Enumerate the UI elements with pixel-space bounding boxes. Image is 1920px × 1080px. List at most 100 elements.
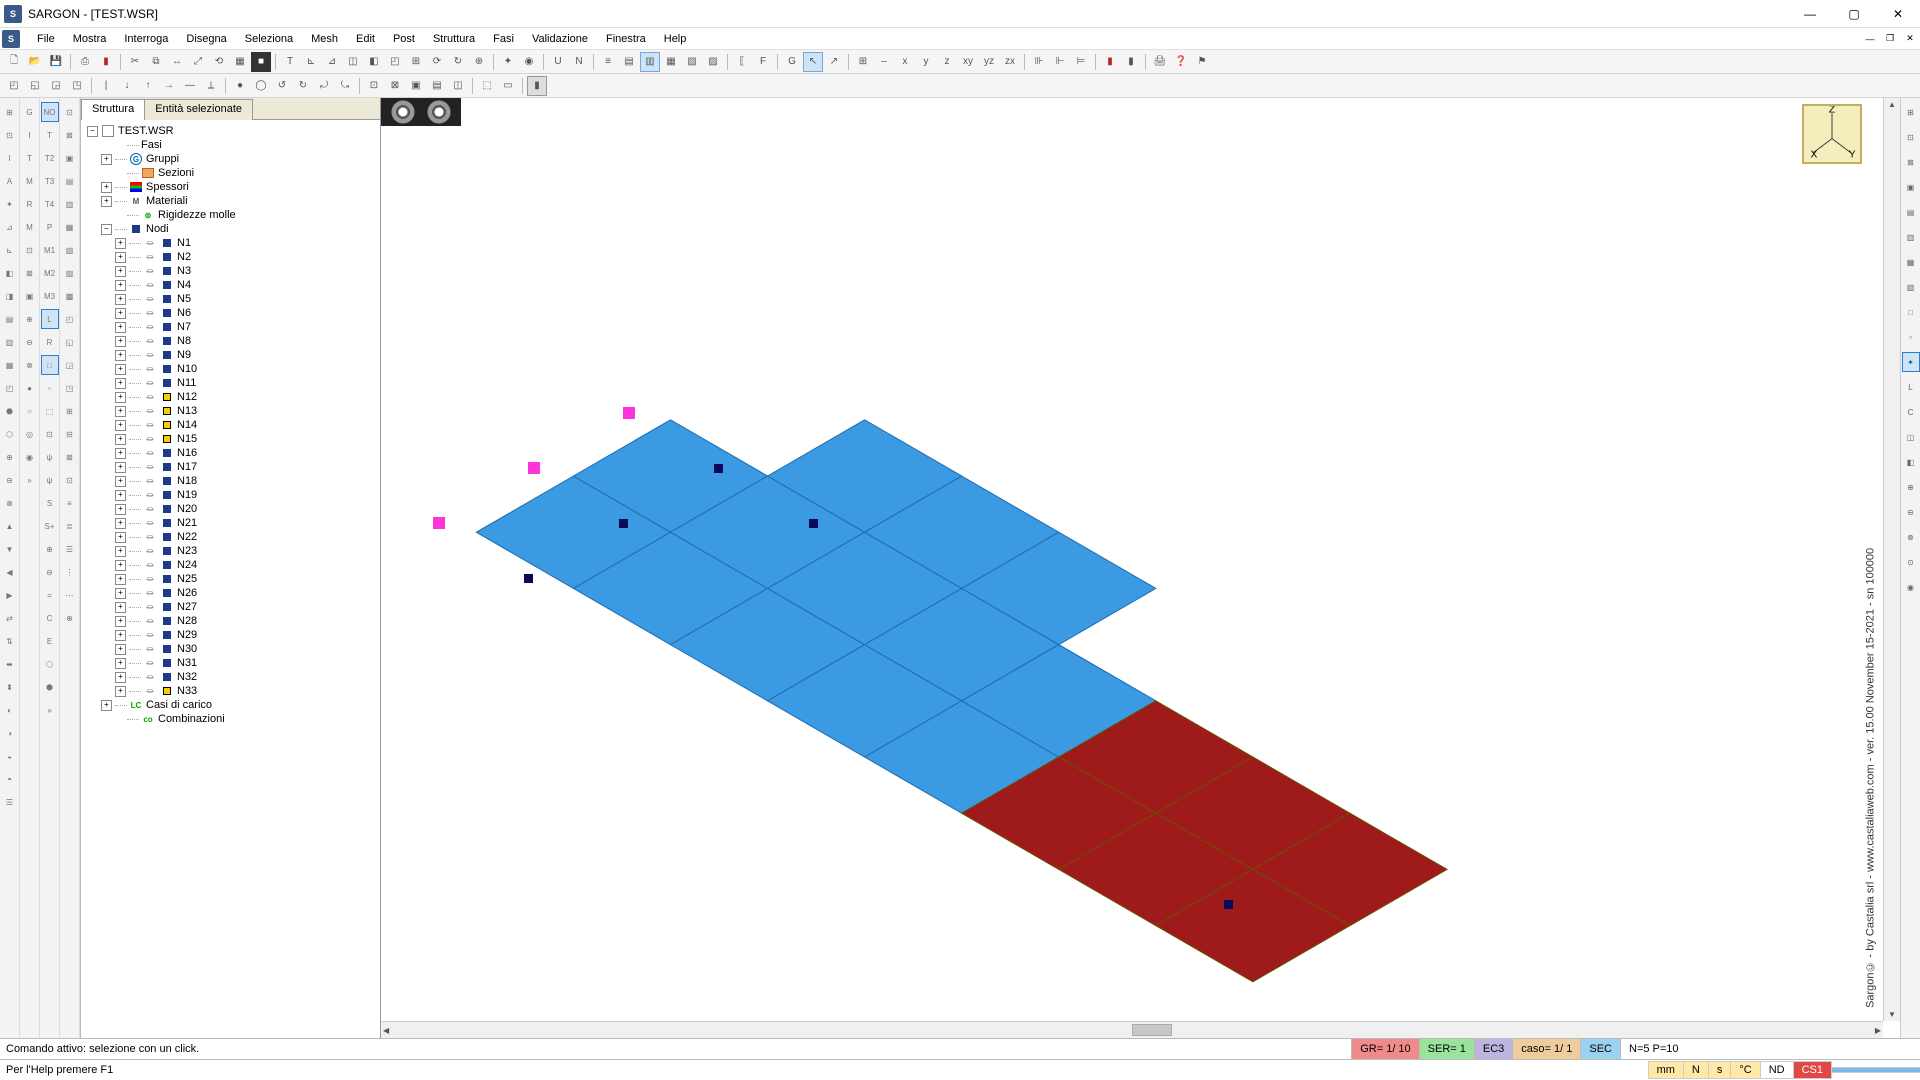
menu-struttura[interactable]: Struttura: [424, 30, 484, 48]
tool-z[interactable]: z: [937, 52, 957, 72]
lc1-h[interactable]: ◧: [1, 263, 19, 283]
tree-node-item[interactable]: +⏛N27: [83, 600, 378, 614]
tree-node-item[interactable]: +⏛N31: [83, 656, 378, 670]
tool-color2[interactable]: ▮: [1121, 52, 1141, 72]
help-icon[interactable]: ❓: [1171, 52, 1191, 72]
lc1-y[interactable]: ⬌: [1, 654, 19, 674]
tb2-e[interactable]: |: [96, 76, 116, 96]
mdi-close[interactable]: ✕: [1901, 31, 1919, 47]
tool-b[interactable]: ▮: [96, 52, 116, 72]
tb2-k[interactable]: ●: [230, 76, 250, 96]
tree-node-item[interactable]: +⏛N4: [83, 278, 378, 292]
tree-node-item[interactable]: +⏛N24: [83, 558, 378, 572]
tool-cursor[interactable]: ↖: [803, 52, 823, 72]
lc3-d[interactable]: T3: [41, 171, 59, 191]
lc3-z[interactable]: ⬢: [41, 677, 59, 697]
tool-t5[interactable]: ▧: [682, 52, 702, 72]
lc4-n[interactable]: ⊞: [61, 401, 79, 421]
menu-mesh[interactable]: Mesh: [302, 30, 347, 48]
tb2-o[interactable]: ⤾: [314, 76, 334, 96]
tree-node-item[interactable]: +⏛N28: [83, 614, 378, 628]
tool-r[interactable]: ✦: [498, 52, 518, 72]
tree-node-item[interactable]: +⏛N1: [83, 236, 378, 250]
tool-c[interactable]: ✂: [125, 52, 145, 72]
lc3-v[interactable]: =: [41, 585, 59, 605]
lc4-v[interactable]: ⋯: [61, 585, 79, 605]
tool-o[interactable]: ⟳: [427, 52, 447, 72]
menu-finestra[interactable]: Finestra: [597, 30, 655, 48]
tree-root[interactable]: − TEST.WSR: [83, 124, 378, 138]
tree-fasi[interactable]: Fasi: [83, 138, 378, 152]
lc4-a[interactable]: ⊡: [61, 102, 79, 122]
tb2-c[interactable]: ◲: [46, 76, 66, 96]
tool-flag[interactable]: ⚑: [1192, 52, 1212, 72]
rc-s[interactable]: ⊙: [1902, 552, 1920, 572]
lc1-e[interactable]: ✦: [1, 194, 19, 214]
tree-node-item[interactable]: +⏛N23: [83, 544, 378, 558]
tree-nodi[interactable]: − Nodi: [83, 222, 378, 236]
tree-node-item[interactable]: +⏛N10: [83, 362, 378, 376]
close-button[interactable]: ✕: [1876, 0, 1920, 28]
lc3-k[interactable]: R: [41, 332, 59, 352]
scroll-left-icon[interactable]: ◀: [381, 1024, 391, 1037]
lc4-s[interactable]: ≣: [61, 516, 79, 536]
tb2-i[interactable]: —: [180, 76, 200, 96]
lc3-b[interactable]: T: [41, 125, 59, 145]
tb2-n[interactable]: ↻: [293, 76, 313, 96]
mesh-node[interactable]: [1224, 900, 1233, 909]
lc2-a[interactable]: G: [21, 102, 39, 122]
menu-post[interactable]: Post: [384, 30, 424, 48]
maximize-button[interactable]: ▢: [1832, 0, 1876, 28]
lc4-h[interactable]: ▨: [61, 263, 79, 283]
lc4-g[interactable]: ▧: [61, 240, 79, 260]
menu-seleziona[interactable]: Seleziona: [236, 30, 302, 48]
tool-x[interactable]: x: [895, 52, 915, 72]
tool-q[interactable]: ⊕: [469, 52, 489, 72]
lc1-v[interactable]: ▶: [1, 585, 19, 605]
tab-struttura[interactable]: Struttura: [81, 99, 145, 120]
tool-t4[interactable]: ▦: [661, 52, 681, 72]
mesh-node-pink[interactable]: [433, 517, 445, 529]
tree-node-item[interactable]: +⏛N13: [83, 404, 378, 418]
lc2-arrow[interactable]: »: [21, 470, 39, 490]
rc-l[interactable]: L: [1902, 377, 1920, 397]
rc-h[interactable]: ▧: [1902, 277, 1920, 297]
lc2-m[interactable]: ●: [21, 378, 39, 398]
viewport-3d[interactable]: Z X Y Sargon© - by Castalia srl - www.ca…: [381, 98, 1900, 1038]
lc2-e[interactable]: R: [21, 194, 39, 214]
tree-node-item[interactable]: +⏛N29: [83, 628, 378, 642]
lc3-w[interactable]: C: [41, 608, 59, 628]
lc2-j[interactable]: ⊕: [21, 309, 39, 329]
rc-o[interactable]: ◧: [1902, 452, 1920, 472]
lc1-o[interactable]: ⬡: [1, 424, 19, 444]
scroll-up-icon[interactable]: ▲: [1886, 98, 1898, 111]
lc1-w[interactable]: ⇄: [1, 608, 19, 628]
menu-interroga[interactable]: Interroga: [115, 30, 177, 48]
tool-t2[interactable]: ▤: [619, 52, 639, 72]
tree-node-item[interactable]: +⏛N14: [83, 418, 378, 432]
lc4-m[interactable]: ◳: [61, 378, 79, 398]
lc1-u[interactable]: ◀: [1, 562, 19, 582]
tool-yz[interactable]: yz: [979, 52, 999, 72]
rc-c[interactable]: ⊠: [1902, 152, 1920, 172]
lc4-d[interactable]: ▤: [61, 171, 79, 191]
unit-s[interactable]: s: [1708, 1061, 1732, 1079]
lc4-r[interactable]: ≡: [61, 493, 79, 513]
tb2-a[interactable]: ◰: [4, 76, 24, 96]
tb2-v[interactable]: ⬚: [477, 76, 497, 96]
lc3-l-selected[interactable]: □: [41, 355, 59, 375]
tool-m3[interactable]: ⊨: [1071, 52, 1091, 72]
lc3-a-selected[interactable]: NO: [41, 102, 59, 122]
tree-materiali[interactable]: +M Materiali: [83, 194, 378, 208]
lc1-aa[interactable]: ◐: [1, 700, 19, 720]
tool-f[interactable]: ⤢: [188, 52, 208, 72]
mesh-node-pink[interactable]: [623, 407, 635, 419]
tb2-s[interactable]: ▣: [406, 76, 426, 96]
open-icon[interactable]: 📂: [25, 52, 45, 72]
lc3-y[interactable]: ⬡: [41, 654, 59, 674]
menu-edit[interactable]: Edit: [347, 30, 384, 48]
tool-bracket[interactable]: ⟦: [732, 52, 752, 72]
tree-gruppi[interactable]: +G Gruppi: [83, 152, 378, 166]
lc2-p[interactable]: ◉: [21, 447, 39, 467]
tree-casi[interactable]: +LC Casi di carico: [83, 698, 378, 712]
